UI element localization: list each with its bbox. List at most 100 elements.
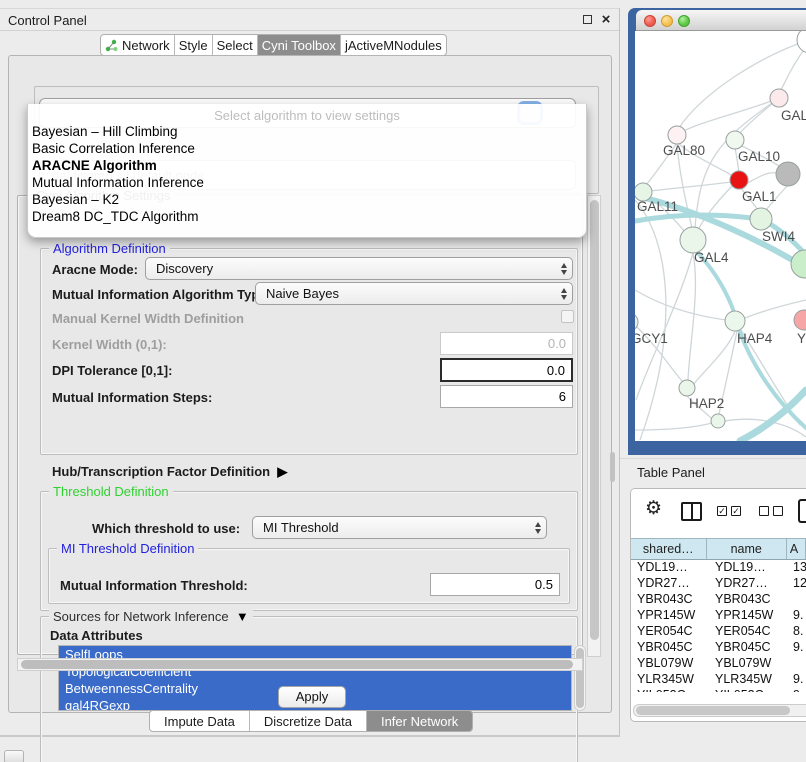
panel-splitter-handle[interactable] — [610, 452, 615, 482]
settings-horizontal-scrollbar[interactable] — [17, 658, 583, 671]
column-header[interactable]: A — [787, 539, 806, 559]
algorithm-dropdown-popup: Select algorithm to view settings Bayesi… — [27, 104, 587, 238]
dpi-tolerance-field[interactable]: 0.0 — [440, 358, 573, 382]
dropdown-item[interactable]: Basic Correlation Inference — [28, 140, 586, 157]
close-icon[interactable]: × — [600, 14, 612, 26]
apply-button[interactable]: Apply — [278, 686, 346, 708]
dropdown-item[interactable]: Bayesian – Hill Climbing — [28, 123, 586, 140]
table-cell: 8. — [793, 624, 806, 638]
table-cell: YIL052C — [715, 688, 789, 692]
mi-threshold-definition-title: MI Threshold Definition — [57, 541, 198, 556]
document-icon[interactable] — [798, 499, 806, 523]
node-salmon-node[interactable] — [794, 310, 806, 330]
cyni-toolbox-panel: gal-filtered sif default node Select alg… — [8, 55, 612, 713]
mi-threshold-label: Mutual Information Threshold: — [60, 578, 248, 593]
node-hap2[interactable] — [679, 380, 695, 396]
tab-style[interactable]: Style — [175, 35, 213, 55]
table-row[interactable]: YER054CYER054C8. — [631, 624, 806, 640]
application-root: Control Panel × Network Style SelectCyni T… — [0, 0, 806, 762]
attributes-list-scrollbar[interactable] — [574, 645, 586, 711]
table-row[interactable]: YBL079WYBL079W — [631, 656, 806, 672]
tab-label: Style — [179, 38, 208, 53]
select-all-columns-icon[interactable]: ✓✓ — [717, 506, 741, 516]
chevron-down-icon[interactable]: ▼ — [232, 609, 248, 624]
node-corner-node[interactable] — [797, 31, 806, 53]
mi-steps-label: Mutual Information Steps: — [52, 390, 212, 405]
table-cell: 9 — [793, 688, 806, 692]
chevron-right-icon[interactable]: ▶ — [274, 464, 288, 480]
dropdown-item[interactable]: Bayesian – K2 — [28, 191, 586, 208]
node-hap4[interactable] — [725, 311, 745, 331]
top-tab-bar: Network Style SelectCyni ToolboxjActiveMNo… — [100, 34, 447, 56]
node-gal10[interactable] — [726, 131, 744, 149]
which-threshold-combo[interactable]: MI Threshold — [252, 516, 547, 539]
table-cell: 9. — [793, 640, 806, 654]
control-panel-title: Control Panel — [8, 13, 87, 28]
hub-definition-label[interactable]: Hub/Transcription Factor Definition ▶ — [52, 464, 287, 480]
mi-threshold-field[interactable]: 0.5 — [430, 573, 560, 596]
control-panel-titlebar: Control Panel × — [0, 9, 619, 31]
node-label-gal4: GAL4 — [694, 250, 729, 265]
table-cell: YLR345W — [715, 672, 789, 686]
kernel-width-field[interactable]: 0.0 — [440, 332, 573, 355]
table-row[interactable]: YIL052CYIL052C9 — [631, 688, 806, 692]
tab-impute-data[interactable]: Impute Data — [150, 711, 250, 731]
tab-discretize-data[interactable]: Discretize Data — [250, 711, 367, 731]
bottom-tab-bar: Impute DataDiscretize DataInfer Network — [149, 710, 473, 732]
column-header[interactable]: name — [707, 539, 787, 559]
dropdown-item[interactable]: Mutual Information Inference — [28, 174, 586, 191]
table-row[interactable]: YDR27…YDR27…12 — [631, 576, 806, 592]
table-row[interactable]: YPR145WYPR145W9. — [631, 608, 806, 624]
node-label-hap4: HAP4 — [737, 331, 773, 346]
network-canvas[interactable]: GALGAL80GAL10GAL1GAL11SWI4GAL4GCY1HAP4YH… — [635, 31, 806, 441]
combo-stepper-icon — [530, 517, 546, 538]
mi-steps-field[interactable]: 6 — [440, 385, 573, 408]
algorithm-definition-title: Algorithm Definition — [49, 241, 170, 256]
dropdown-item[interactable]: ARACNE Algorithm — [28, 157, 586, 174]
table-cell: YDR27… — [637, 576, 711, 590]
column-header[interactable]: shared… — [631, 539, 707, 559]
deselect-all-columns-icon[interactable] — [759, 506, 783, 516]
tab-network[interactable]: Network — [101, 35, 175, 55]
node-swi4[interactable] — [750, 208, 772, 230]
table-row[interactable]: YDL19…YDL19…13 — [631, 560, 806, 576]
table-row[interactable]: YLR345WYLR345W9. — [631, 672, 806, 688]
tab-select[interactable]: Select — [213, 35, 258, 55]
mac-close-icon[interactable] — [644, 15, 656, 27]
gear-icon[interactable]: ⚙ — [645, 497, 662, 520]
node-pink-node[interactable] — [770, 89, 788, 107]
table-cell: YBL079W — [637, 656, 711, 670]
table-row[interactable]: YBR043CYBR043C — [631, 592, 806, 608]
table-row[interactable]: YBR045CYBR045C9. — [631, 640, 806, 656]
table-panel: ⚙ ✓✓ shared… name A YDL19…YDL19…13YDR27…… — [630, 488, 806, 722]
node-small-node[interactable] — [711, 414, 725, 428]
node-gal80[interactable] — [668, 126, 686, 144]
threshold-definition-title: Threshold Definition — [49, 484, 173, 499]
mac-minimize-icon[interactable] — [661, 15, 673, 27]
float-window-icon[interactable] — [583, 14, 595, 26]
combo-stepper-icon — [556, 258, 572, 279]
node-big-green-node[interactable] — [791, 250, 806, 278]
aracne-mode-combo[interactable]: Discovery — [145, 257, 573, 280]
sources-group-title[interactable]: Sources for Network Inference ▼ — [49, 609, 253, 624]
table-cell: YPR145W — [715, 608, 789, 622]
columns-icon[interactable] — [681, 502, 702, 521]
tab-infer-network[interactable]: Infer Network — [367, 711, 472, 731]
node-gal1[interactable] — [730, 171, 748, 189]
settings-vertical-scrollbar[interactable] — [587, 195, 601, 657]
manual-kernel-checkbox[interactable] — [561, 310, 574, 323]
tab-jactivemnodules[interactable]: jActiveMNodules — [341, 35, 446, 55]
node-label-gal80: GAL80 — [663, 143, 705, 158]
collapsed-panel-button[interactable] — [4, 750, 24, 762]
table-horizontal-scrollbar[interactable] — [633, 704, 806, 717]
network-window-titlebar[interactable] — [636, 10, 806, 31]
tab-cyni-toolbox[interactable]: Cyni Toolbox — [258, 35, 341, 55]
dpi-tolerance-label: DPI Tolerance [0,1]: — [52, 363, 172, 378]
table-cell: YER054C — [715, 624, 789, 638]
mi-algorithm-type-combo[interactable]: Naive Bayes — [255, 282, 573, 305]
node-label-salmon-node: Y — [797, 331, 806, 346]
mac-zoom-icon[interactable] — [678, 15, 690, 27]
dropdown-item[interactable]: Dream8 DC_TDC Algorithm — [28, 208, 586, 225]
control-panel-window: Control Panel × Network Style SelectCyni T… — [0, 8, 620, 737]
node-gray-node[interactable] — [776, 162, 800, 186]
